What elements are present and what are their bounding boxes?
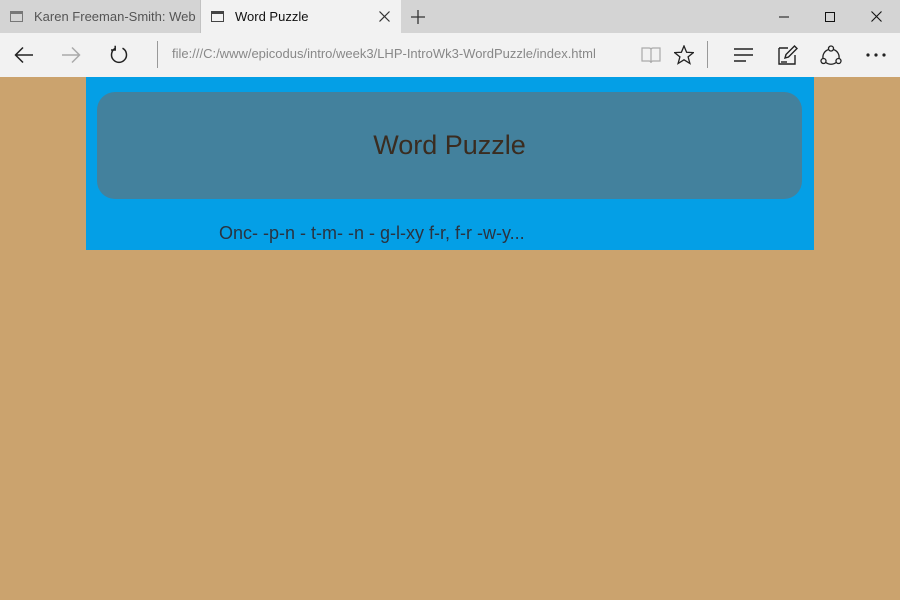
favorite-button[interactable] xyxy=(661,33,707,77)
new-tab-button[interactable] xyxy=(404,3,432,31)
tab-karen-freeman-smith[interactable]: Karen Freeman-Smith: Web xyxy=(0,0,201,33)
navigation-bar: file:///C:/www/epicodus/intro/week3/LHP-… xyxy=(0,33,900,77)
more-icon xyxy=(866,53,886,57)
title-banner: Word Puzzle xyxy=(97,92,802,199)
star-icon xyxy=(674,45,694,65)
hub-button[interactable] xyxy=(721,33,767,77)
browser-window: Karen Freeman-Smith: Web Word Puzzle fil… xyxy=(0,0,900,600)
close-tab-button[interactable] xyxy=(371,4,397,30)
refresh-button[interactable] xyxy=(96,33,142,77)
page-viewport: Word Puzzle Onc- -p-n - t-m- -n - g-l-xy… xyxy=(0,77,900,600)
maximize-button[interactable] xyxy=(807,0,853,33)
minimize-icon xyxy=(779,16,789,17)
nav-separator xyxy=(157,41,158,68)
close-window-button[interactable] xyxy=(853,0,899,33)
hub-icon xyxy=(734,48,753,62)
close-icon xyxy=(870,11,882,22)
tab-title: Word Puzzle xyxy=(235,9,309,24)
more-button[interactable] xyxy=(853,33,899,77)
tab-title: Karen Freeman-Smith: Web xyxy=(34,9,196,24)
share-button[interactable] xyxy=(808,33,854,77)
share-icon xyxy=(820,45,842,65)
web-note-button[interactable] xyxy=(765,33,811,77)
forward-arrow-icon xyxy=(62,46,81,64)
minimize-button[interactable] xyxy=(761,0,807,33)
pen-note-icon xyxy=(778,45,798,65)
refresh-icon xyxy=(110,45,128,64)
page-title: Word Puzzle xyxy=(373,130,526,160)
back-arrow-icon xyxy=(14,46,33,64)
plus-icon xyxy=(411,10,425,24)
page-container: Word Puzzle Onc- -p-n - t-m- -n - g-l-xy… xyxy=(86,77,814,250)
forward-button[interactable] xyxy=(48,33,94,77)
address-bar[interactable]: file:///C:/www/epicodus/intro/week3/LHP-… xyxy=(172,46,596,61)
close-icon xyxy=(378,11,390,22)
back-button[interactable] xyxy=(1,33,47,77)
tab-page-icon xyxy=(10,11,23,22)
book-icon xyxy=(641,46,661,63)
tab-word-puzzle[interactable]: Word Puzzle xyxy=(201,0,401,33)
tab-page-icon xyxy=(211,11,224,22)
tab-bar: Karen Freeman-Smith: Web Word Puzzle xyxy=(0,0,900,33)
nav-separator xyxy=(707,41,708,68)
puzzle-text: Onc- -p-n - t-m- -n - g-l-xy f-r, f-r -w… xyxy=(219,223,525,243)
maximize-icon xyxy=(825,11,835,22)
